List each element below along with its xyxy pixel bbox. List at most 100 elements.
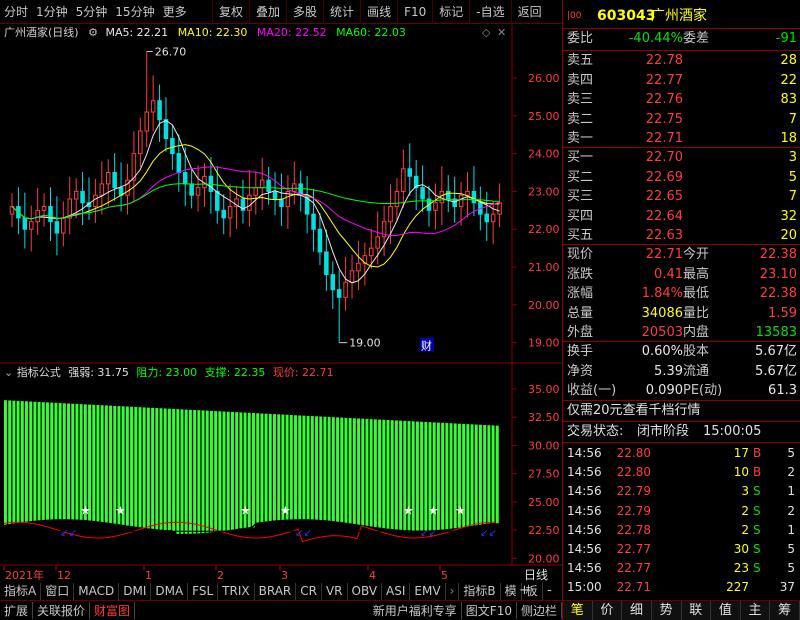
bottom-item-5[interactable]: 侧边栏 — [517, 602, 562, 619]
quote-tab-7[interactable]: 筹 — [770, 601, 800, 620]
stat-label: 现价 — [567, 247, 594, 262]
minus-icon[interactable]: - — [537, 583, 562, 600]
chevron-down-icon[interactable]: ⌄ — [0, 366, 13, 379]
tick-direction: S — [753, 503, 761, 518]
bottom-item-1[interactable]: 关联报价 — [33, 602, 91, 619]
indicator-bar — [352, 418, 356, 525]
candle-body — [105, 172, 111, 185]
index-tab-1[interactable]: 窗口 — [41, 583, 75, 600]
tick-volume: 2 — [741, 522, 749, 537]
index-tab-7[interactable]: BRAR — [255, 583, 297, 600]
candle-body — [150, 100, 156, 113]
indicator-bar — [33, 401, 37, 522]
star-marker: ★ — [280, 503, 291, 517]
high-label: 26.70 — [155, 46, 187, 59]
indicator-chart[interactable]: 35.00 32.50 30.00 27.50 25.00 22.50 20.00 ★ ★ ★ ★ ★… — [0, 364, 562, 566]
tick-time: 14:56 — [567, 446, 602, 460]
tool-8[interactable]: 返回 — [510, 0, 548, 24]
bottom-item-3[interactable]: 新用户福利专享 — [369, 602, 462, 619]
index-tab-5[interactable]: FSL — [188, 583, 219, 600]
bottom-item-2[interactable]: 财富图 — [90, 602, 136, 619]
support-label: 支撑: 22.35 — [204, 366, 266, 379]
tool-2[interactable]: 多股 — [286, 0, 323, 24]
stat-value: 20503 — [641, 325, 683, 340]
period-3[interactable]: 15分钟 — [111, 0, 158, 24]
indicator-bar — [58, 403, 62, 520]
quote-tab-5[interactable]: 值 — [711, 601, 741, 620]
buy-row[interactable]: 买四 22.64 32 — [563, 207, 800, 227]
bottom-item-4[interactable]: 图文F10 — [462, 602, 517, 619]
index-tab-2[interactable]: MACD — [74, 583, 120, 600]
stat-value: 22.38 — [759, 247, 797, 262]
indicator-bar — [193, 410, 197, 535]
period-2[interactable]: 5分钟 — [72, 0, 112, 24]
tool-7[interactable]: -自选 — [469, 0, 510, 24]
candle-body — [41, 206, 47, 211]
tick-row: 14:56 22.78 2 S 1 — [563, 520, 800, 540]
period-4[interactable]: 更多 — [159, 0, 191, 24]
indicator-bar — [344, 417, 348, 524]
sell-row[interactable]: 卖五 22.78 28 — [563, 51, 800, 71]
tool-4[interactable]: 画线 — [360, 0, 397, 24]
star-marker: ★ — [455, 503, 466, 517]
buy-row[interactable]: 买三 22.65 7 — [563, 187, 800, 207]
kline-chart[interactable]: 26.00 25.00 24.00 23.00 22.00 21.00 20.00 19.00… — [0, 24, 562, 364]
buy-row[interactable]: 买二 22.69 5 — [563, 168, 800, 188]
quote-tab-1[interactable]: 价 — [593, 601, 623, 620]
candle-body — [394, 190, 400, 208]
index-tab-4[interactable]: DMA — [151, 583, 189, 600]
period-0[interactable]: 分时 — [0, 0, 32, 24]
sell-row[interactable]: 卖一 22.71 18 — [563, 129, 800, 149]
candle-body — [73, 190, 79, 200]
buy-row[interactable]: 买一 22.70 3 — [563, 148, 800, 168]
indicator-name: 指标公式 — [16, 366, 61, 379]
ma10-label: MA10: 22.30 — [177, 26, 248, 39]
close-icon[interactable]: ✕ — [497, 24, 506, 42]
settings-icon[interactable]: ⚙ — [88, 26, 98, 39]
quote-tab-6[interactable]: 主 — [741, 601, 771, 620]
bottom-item-0[interactable]: 扩展 — [0, 602, 34, 619]
y-tick-label: 22.00 — [528, 223, 560, 236]
tool-0[interactable]: 复权 — [212, 0, 249, 24]
tick-price: 22.77 — [616, 561, 651, 576]
quote-tab-3[interactable]: 势 — [652, 601, 682, 620]
index-tab-10[interactable]: OBV — [348, 583, 383, 600]
index-tab-8[interactable]: CR — [296, 583, 322, 600]
indicator-bar — [67, 403, 70, 520]
info-value: 0.090 — [645, 383, 683, 398]
chevron-right-icon[interactable]: › — [446, 583, 460, 600]
indicator-bar — [319, 416, 323, 521]
tool-1[interactable]: 叠加 — [249, 0, 286, 24]
indicator-bar — [415, 421, 419, 532]
index-tab-0[interactable]: 指标A — [0, 583, 42, 600]
index-tab-12[interactable]: EMV — [410, 583, 446, 600]
quote-tab-2[interactable]: 细 — [622, 601, 652, 620]
sell-row[interactable]: 卖三 22.76 83 — [563, 90, 800, 110]
promo-link[interactable]: 仅需20元查看千档行情 — [563, 401, 800, 421]
stat-value: 34086 — [641, 305, 683, 321]
tool-5[interactable]: F10 — [397, 0, 432, 24]
sell-row[interactable]: 卖二 22.75 7 — [563, 110, 800, 130]
sell-row[interactable]: 卖四 22.77 22 — [563, 71, 800, 91]
quote-tab-0[interactable]: 笔 — [563, 601, 593, 620]
indicator-bar — [138, 407, 142, 528]
quote-tab-4[interactable]: 联 — [682, 601, 712, 620]
buy-row[interactable]: 买五 22.63 20 — [563, 226, 800, 246]
indicator-bar — [142, 407, 146, 529]
period-1[interactable]: 1分钟 — [32, 0, 72, 24]
index-tab-3[interactable]: DMI — [119, 583, 152, 600]
tick-time: 14:56 — [567, 465, 602, 480]
x-tick-label: 5 — [441, 569, 448, 582]
index-tab-11[interactable]: ASI — [382, 583, 411, 600]
indicator-bar — [323, 416, 327, 521]
plus-icon[interactable]: + — [512, 583, 537, 600]
status-time: 15:00:05 — [703, 424, 762, 439]
tool-3[interactable]: 统计 — [323, 0, 360, 24]
tool-6[interactable]: 标记 — [432, 0, 469, 24]
index-tab-13[interactable]: 指标B — [459, 583, 501, 600]
index-tab-6[interactable]: TRIX — [218, 583, 255, 600]
info-row: 收益(一) 0.090 PE(动) 61.3 — [563, 381, 800, 401]
index-tab-9[interactable]: VR — [322, 583, 348, 600]
candle-body — [356, 262, 361, 272]
diamond-icon[interactable]: ◇ — [482, 24, 490, 42]
